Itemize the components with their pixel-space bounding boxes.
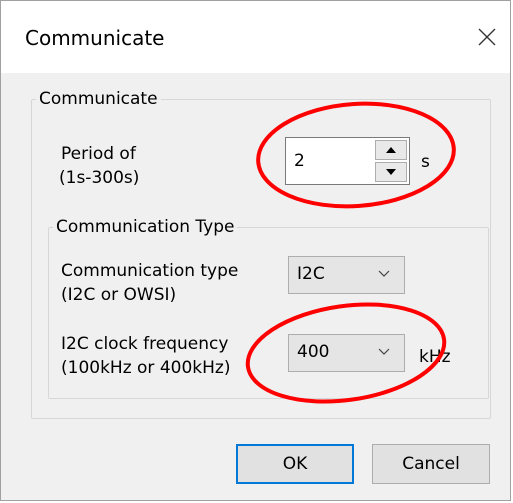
type-label-line2: (I2C or OWSI) — [61, 285, 177, 305]
chevron-down-icon — [378, 348, 390, 355]
period-unit-label: s — [421, 152, 430, 172]
close-button[interactable] — [470, 21, 504, 53]
period-label-line2: (1s-300s) — [59, 168, 140, 188]
period-spin-buttons — [375, 140, 407, 182]
communicate-group-legend: Communicate — [39, 89, 158, 109]
period-label-line1: Period of — [61, 144, 136, 164]
cancel-button[interactable]: Cancel — [372, 444, 490, 484]
caret-up-icon — [386, 147, 396, 153]
clock-frequency-value: 400 — [297, 342, 330, 362]
freq-label-line1: I2C clock frequency — [61, 334, 229, 354]
period-increment-button[interactable] — [375, 140, 407, 160]
caret-down-icon — [386, 169, 396, 175]
period-input[interactable] — [286, 138, 372, 184]
clock-frequency-select[interactable]: 400 — [288, 334, 405, 372]
freq-unit-label: kHz — [419, 347, 451, 367]
period-spinbox — [285, 137, 410, 185]
period-decrement-button[interactable] — [375, 162, 407, 182]
ok-button[interactable]: OK — [236, 444, 354, 484]
freq-label-line2: (100kHz or 400kHz) — [61, 358, 231, 378]
title-bar: Communicate — [1, 1, 510, 73]
close-icon — [478, 28, 496, 46]
communication-type-select[interactable]: I2C — [288, 256, 405, 294]
chevron-down-icon — [378, 270, 390, 277]
window-title: Communicate — [25, 26, 165, 50]
communication-type-value: I2C — [297, 264, 325, 284]
communicate-dialog: Communicate Communicate Communication Ty… — [0, 0, 511, 501]
communication-type-legend: Communication Type — [56, 217, 235, 237]
type-label-line1: Communication type — [61, 261, 239, 281]
